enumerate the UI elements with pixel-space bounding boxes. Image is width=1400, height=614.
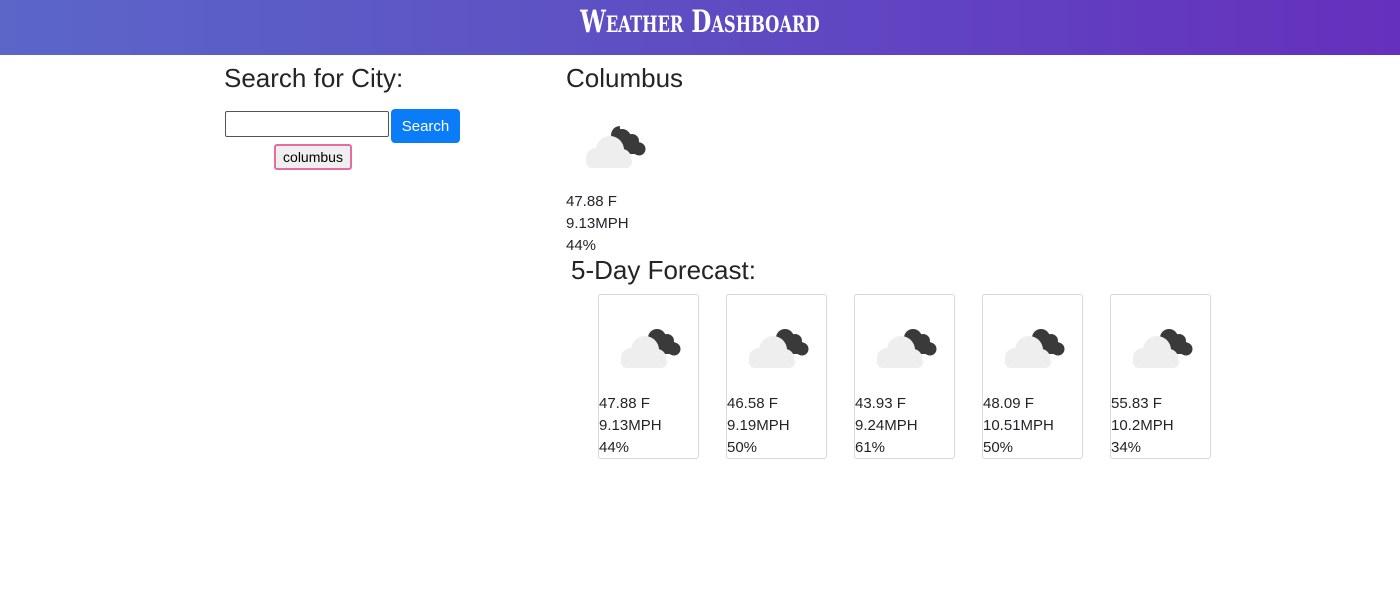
current-temp: 47.88 F [566,193,617,210]
forecast-wind: 10.2MPH [1111,417,1174,434]
page-title: Weather Dashboard [580,4,820,40]
forecast-humidity: 50% [727,439,758,456]
forecast-card: 48.09 F 10.51MPH 50% [982,294,1083,459]
forecast-humidity: 44% [599,439,630,456]
forecast-card: 43.93 F 9.24MPH 61% [854,294,955,459]
forecast-temp: 43.93 F [855,395,906,412]
forecast-wind: 9.24MPH [855,417,918,434]
cloudy-night-icon [586,126,646,168]
forecast-card: 46.58 F 9.19MPH 50% [726,294,827,459]
current-wind: 9.13MPH [566,215,629,232]
search-button[interactable]: Search [391,109,460,143]
cloudy-night-icon [621,329,681,368]
forecast-wind: 10.51MPH [983,417,1054,434]
cloudy-night-icon [877,329,937,368]
forecast-card: 55.83 F 10.2MPH 34% [1110,294,1211,459]
forecast-heading: 5-Day Forecast: [571,255,756,285]
search-heading: Search for City: [224,63,404,93]
forecast-wind: 9.19MPH [727,417,790,434]
page-header: Weather Dashboard [0,0,1400,55]
forecast-temp: 47.88 F [599,395,650,412]
cloudy-night-icon [749,329,809,368]
forecast-humidity: 61% [855,439,886,456]
current-humidity: 44% [566,237,597,254]
forecast-humidity: 50% [983,439,1014,456]
forecast-temp: 46.58 F [727,395,778,412]
forecast-wind: 9.13MPH [599,417,662,434]
current-city-name: Columbus [566,63,684,93]
cloudy-night-icon [1133,329,1193,368]
forecast-temp: 48.09 F [983,395,1034,412]
forecast-temp: 55.83 F [1111,395,1162,412]
cloudy-night-icon [1005,329,1065,368]
forecast-humidity: 34% [1111,439,1142,456]
history-item-columbus[interactable]: columbus [274,144,352,170]
city-search-input[interactable] [225,111,389,137]
forecast-card: 47.88 F 9.13MPH 44% [598,294,699,459]
